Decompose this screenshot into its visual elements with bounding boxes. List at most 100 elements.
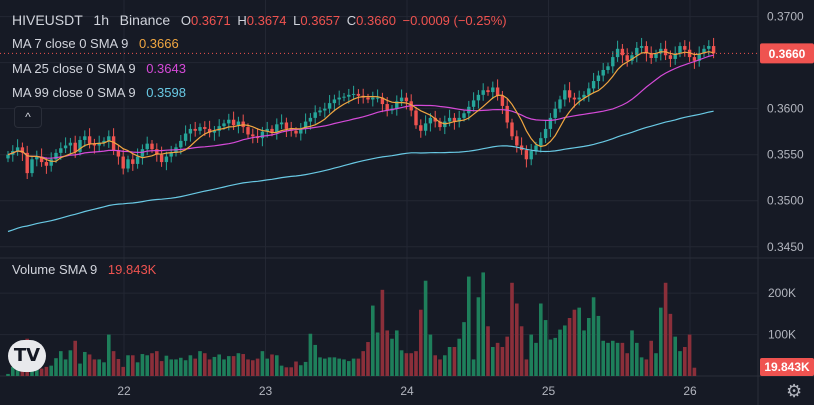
volume-bar [577, 307, 581, 376]
volume-bar [188, 355, 193, 376]
high-value: 0.3674 [246, 13, 287, 28]
ma99-legend[interactable]: MA 99 close 0 SMA 9 0.3598 [12, 85, 189, 100]
candle-body [495, 87, 500, 96]
volume-bar [486, 326, 490, 376]
volume-bar [356, 358, 361, 376]
ma7-legend[interactable]: MA 7 close 0 SMA 9 0.3666 [12, 36, 182, 51]
volume-bar [169, 359, 173, 376]
volume-bar [135, 362, 140, 376]
volume-bar [351, 358, 356, 376]
candle-body [63, 145, 68, 149]
volume-bar [375, 332, 380, 376]
volume-bar [663, 282, 668, 376]
candle-body [188, 128, 193, 134]
candle-body [135, 156, 140, 164]
volume-bar [251, 360, 255, 376]
candle-body [87, 136, 92, 144]
candle-body [678, 46, 682, 54]
volume-bar [606, 342, 610, 376]
volume-bar [49, 365, 53, 376]
candle-body [323, 108, 327, 111]
symbol-name[interactable]: HIVEUSDT [12, 12, 83, 28]
volume-bar [491, 347, 495, 376]
candle-body [471, 100, 476, 107]
candle-body [414, 110, 418, 126]
volume-bar [126, 355, 130, 376]
volume-bar [399, 350, 404, 376]
volume-bar [313, 344, 317, 376]
candle-body [337, 97, 341, 100]
volume-bar [83, 351, 87, 376]
volume-bar [510, 282, 514, 376]
candle-body [639, 46, 644, 48]
change-value: −0.0009 (−0.25%) [402, 13, 507, 28]
volume-bar [203, 353, 207, 376]
volume-bar [222, 359, 226, 376]
time-tick-label: 23 [259, 384, 273, 398]
candle-body [183, 133, 188, 141]
volume-bar [524, 359, 529, 376]
volume-bar [59, 351, 63, 376]
ma25-legend[interactable]: MA 25 close 0 SMA 9 0.3643 [12, 61, 189, 76]
volume-bar [414, 351, 418, 376]
volume-bar [73, 340, 77, 376]
tradingview-logo[interactable]: TV [8, 340, 46, 372]
candle-body [366, 97, 370, 100]
volume-bar [303, 361, 308, 376]
candle-body [606, 66, 610, 70]
ma7-label: MA 7 close 0 SMA 9 [12, 36, 129, 51]
volume-bar [419, 309, 423, 376]
candle-body [539, 138, 543, 146]
ma7-value: 0.3666 [138, 36, 179, 51]
collapse-legend-button[interactable]: ^ [14, 106, 42, 128]
candle-body [68, 142, 73, 146]
interval[interactable]: 1h [93, 12, 109, 28]
candle-body [481, 90, 485, 95]
candle-body [294, 130, 298, 134]
volume-bar [563, 325, 567, 376]
price-tick-label: 0.3500 [767, 194, 804, 208]
volume-bar [529, 334, 533, 376]
volume-bar [620, 342, 625, 376]
volume-bar [692, 367, 697, 376]
volume-bar [543, 320, 548, 376]
candle-body [529, 151, 533, 160]
candle-body [462, 113, 466, 118]
volume-bar [428, 334, 433, 376]
volume-bar [567, 318, 572, 376]
volume-bar [409, 353, 413, 376]
volume-legend[interactable]: Volume SMA 9 19.843K [12, 262, 159, 277]
volume-bar [299, 365, 303, 376]
candle-body [591, 81, 596, 89]
volume-bar [207, 359, 212, 376]
volume-bar [615, 342, 620, 376]
candle-body [126, 159, 130, 169]
volume-bar [212, 356, 217, 376]
volume-bar [457, 338, 461, 376]
volume-bar [159, 361, 164, 376]
volume-bar [371, 305, 375, 376]
volume-bar [279, 365, 284, 376]
volume-bar [116, 359, 121, 376]
chevron-up-icon: ^ [25, 110, 31, 124]
volume-bar [390, 338, 394, 376]
volume-bar [39, 368, 44, 376]
candle-body [423, 123, 428, 131]
candle-body [169, 152, 173, 157]
gear-icon[interactable]: ⚙ [786, 381, 802, 402]
volume-bar [332, 357, 337, 376]
candle-body [222, 123, 226, 127]
volume-tick-label: 200K [768, 286, 796, 300]
candle-body [491, 87, 495, 93]
candle-body [342, 96, 346, 98]
volume-bar [678, 351, 682, 376]
ma25-value: 0.3643 [146, 61, 186, 76]
volume-bar [447, 347, 452, 376]
candle-body [596, 75, 601, 82]
volume-bar [164, 355, 169, 376]
volume-bar [495, 342, 500, 376]
candle-body [308, 117, 313, 122]
candle-body [193, 128, 197, 131]
candle-body [515, 136, 519, 146]
volume-bar [500, 347, 505, 376]
